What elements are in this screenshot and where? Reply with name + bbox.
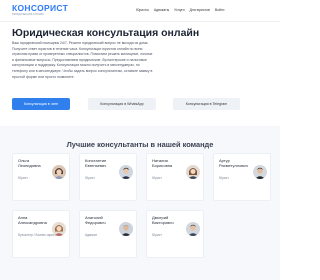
logo[interactable]: КОНСОРИСТ юридическая служба [12,4,68,17]
main-nav: Юристы Адвокаты Услуги Для юристов Войти [136,8,229,12]
logo-subtitle: юридическая служба [12,13,44,16]
whatsapp-consultation-button[interactable]: Консультация в WhatsApp [88,98,156,110]
telegram-consultation-button[interactable]: Консультация в Telegram [173,98,240,110]
hero-description: Ваш юридический помощник 24/7. Решите юр… [12,41,153,79]
consultant-card[interactable]: Дмитрий Викторович Юрист [146,210,204,258]
consultants-section-title: Лучшие консультанты в нашей команде [66,140,214,149]
consultant-role: Юрист [18,176,28,180]
consultant-name: Наталия Борисовна [152,158,173,169]
nav-item-services[interactable]: Услуги [174,8,184,12]
nav-item-lawyers[interactable]: Юристы [136,8,149,12]
consultant-card[interactable]: Ольга Леонидовна Юрист [12,153,70,201]
consultant-role: Юрист [152,176,162,180]
consultant-name: Константин Евгеньевич [85,158,107,169]
consultant-card[interactable]: Артур Рахметуллович Юрист [213,153,271,201]
page-title: Юридическая консультация онлайн [12,27,200,39]
consultant-name: Ольга Леонидовна [18,158,41,169]
consultant-card[interactable]: Анатолий Федорович Адвокат [79,210,137,258]
avatar [52,222,66,236]
nav-item-for-lawyers[interactable]: Для юристов [190,8,210,12]
nav-item-advocates[interactable]: Адвокаты [154,8,169,12]
consultant-name: Дмитрий Викторович [152,215,174,226]
site-header: КОНСОРИСТ юридическая служба Юристы Адво… [0,0,280,22]
avatar [119,222,133,236]
avatar [186,165,200,179]
consultant-role: Юрист [152,233,162,237]
consultant-role: Юрист [219,176,229,180]
consultant-card[interactable]: Наталия Борисовна Юрист [146,153,204,201]
nav-item-login[interactable]: Войти [215,8,225,12]
chat-consultation-button[interactable]: Консультация в чате [12,98,70,110]
avatar [119,165,133,179]
avatar [52,165,66,179]
consultant-name: Анна Александровна [18,215,47,226]
avatar [186,222,200,236]
logo-name: КОНСОРИСТ [12,3,69,13]
consultant-role: Адвокат [85,233,98,237]
consultant-name: Анатолий Федорович [85,215,106,226]
consultant-card[interactable]: Анна Александровна Бухгалтер / Бизнес-юр… [12,210,70,258]
consultant-role: Юрист [85,176,95,180]
avatar [253,165,267,179]
consultant-name: Артур Рахметуллович [219,158,248,169]
consultant-card[interactable]: Константин Евгеньевич Юрист [79,153,137,201]
consultant-role: Бухгалтер / Бизнес-юрист [18,233,57,237]
